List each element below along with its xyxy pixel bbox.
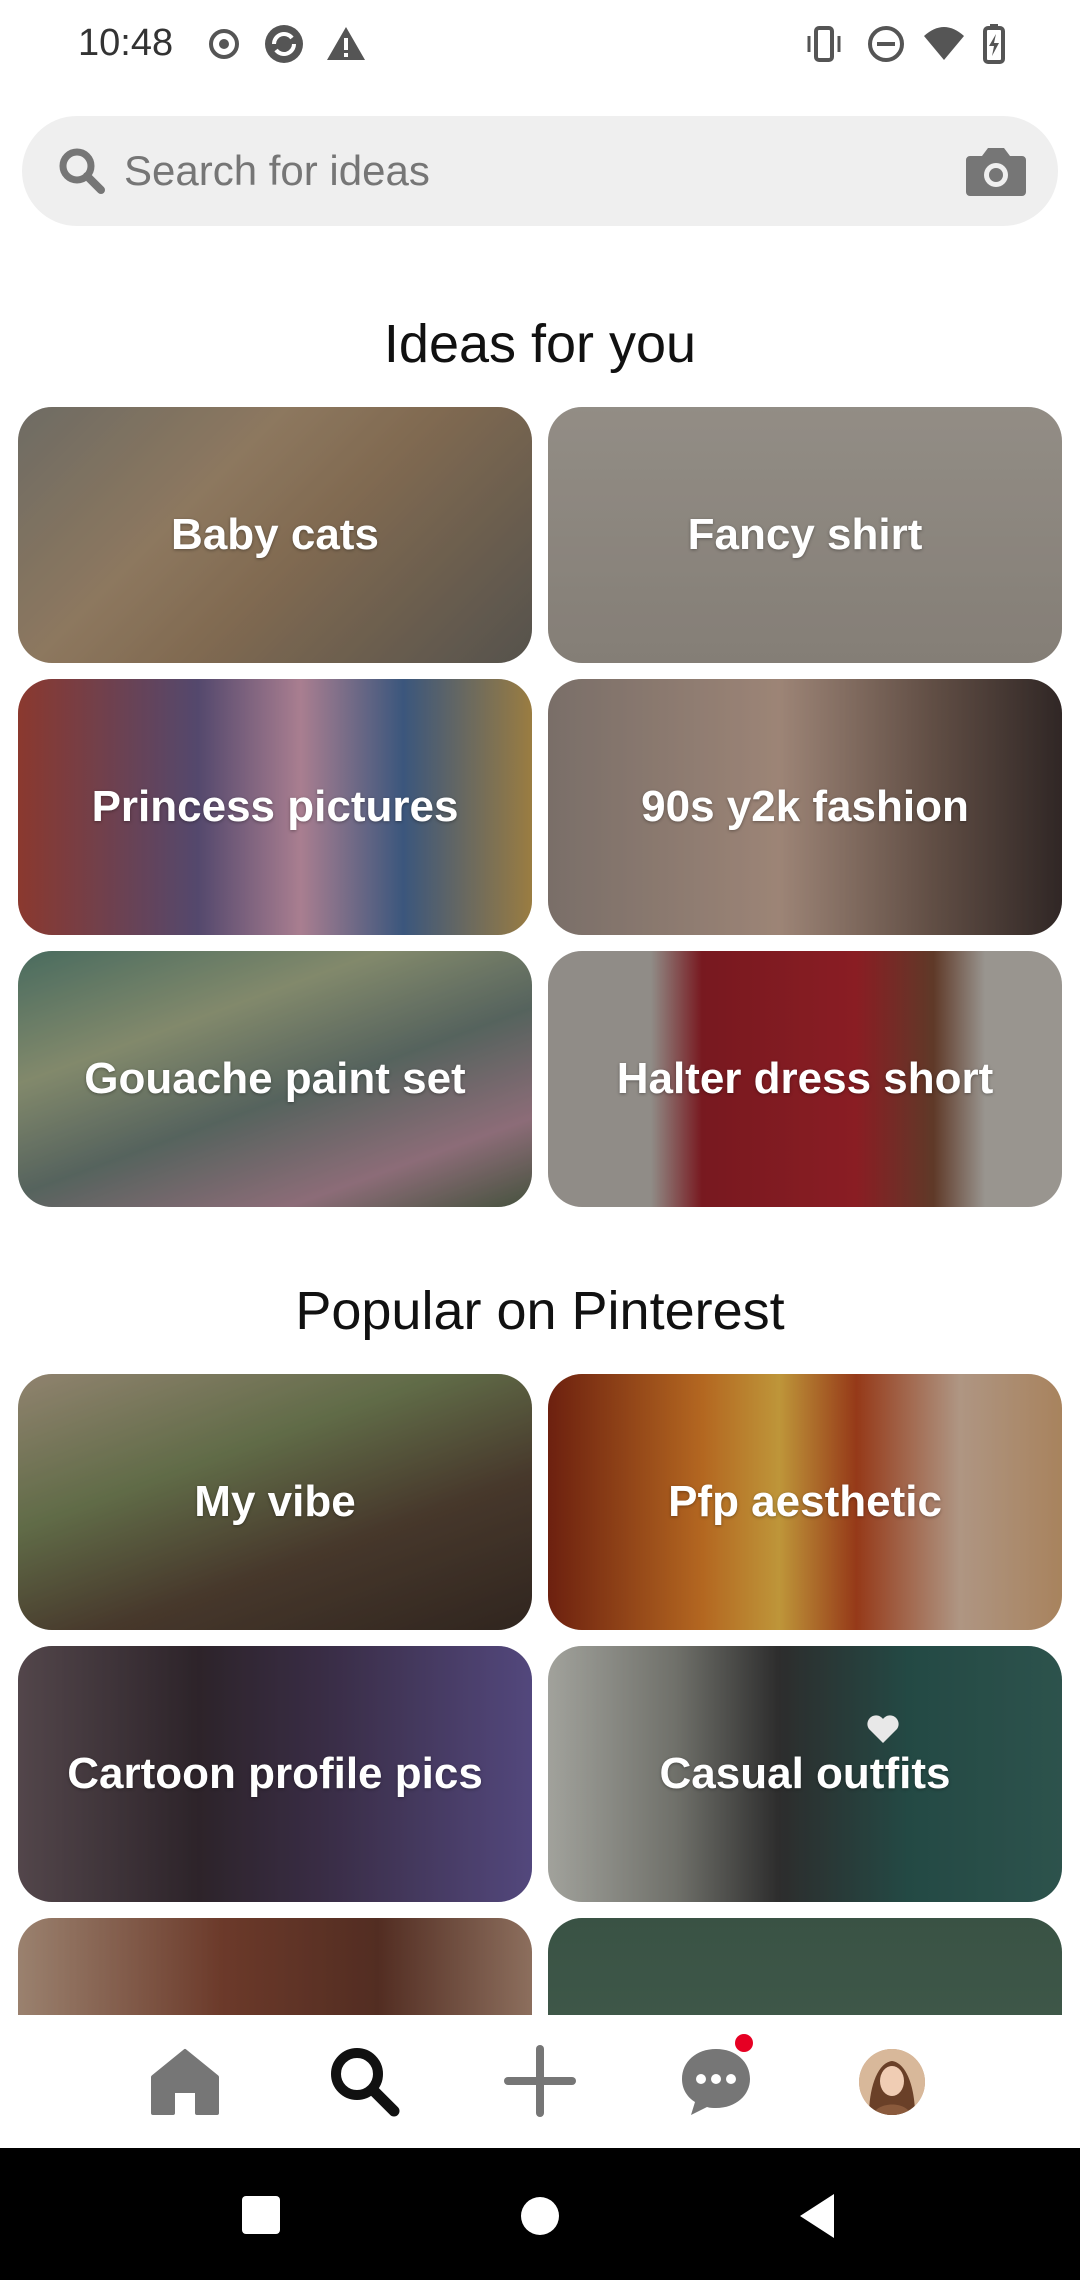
status-time: 10:48: [78, 22, 174, 64]
wifi-icon: [924, 27, 964, 60]
create-plus-icon[interactable]: [500, 2041, 580, 2121]
search-nav-icon[interactable]: [324, 2041, 404, 2121]
back-icon[interactable]: [796, 2192, 838, 2240]
search-bar[interactable]: [22, 116, 1058, 226]
search-input[interactable]: [124, 140, 944, 202]
tile-label: Gouache paint set: [84, 1054, 466, 1103]
idea-tile-fancy-shirt[interactable]: Fancy shirt: [548, 407, 1062, 663]
tile-label: Pfp aesthetic: [668, 1477, 942, 1526]
tile-label: Baby cats: [171, 510, 379, 559]
android-navigation-bar: [0, 2148, 1080, 2280]
idea-tile-halter-dress-short[interactable]: Halter dress short: [548, 951, 1062, 1207]
warning-icon: [327, 27, 365, 60]
popular-tile-my-vibe[interactable]: My vibe: [18, 1374, 532, 1630]
screen: 10:48 Search for ideas Ideas for you Bab…: [0, 0, 1080, 2280]
search-icon: [59, 148, 105, 194]
sync-app-icon: [265, 25, 303, 63]
popular-tile-cartoon-profile-pics[interactable]: Cartoon profile pics: [18, 1646, 532, 1902]
idea-tile-gouache-paint-set[interactable]: Gouache paint set: [18, 951, 532, 1207]
idea-tile-90s-y2k-fashion[interactable]: 90s y2k fashion: [548, 679, 1062, 935]
tile-label: Casual outfits: [659, 1749, 951, 1798]
tile-label: My vibe: [194, 1477, 356, 1526]
idea-tile-princess-pictures[interactable]: Princess pictures: [18, 679, 532, 935]
battery-icon: [983, 24, 1005, 64]
tile-label: Cartoon profile pics: [67, 1749, 483, 1798]
do-not-disturb-icon: [868, 26, 904, 62]
vibrate-icon: [807, 26, 841, 62]
idea-tile-baby-cats[interactable]: Baby cats: [18, 407, 532, 663]
popular-tile-casual-outfits[interactable]: Casual outfits: [548, 1646, 1062, 1902]
camera-icon[interactable]: [964, 140, 1028, 202]
home-button-icon[interactable]: [518, 2194, 562, 2238]
tile-label: Halter dress short: [616, 1054, 994, 1103]
profile-avatar[interactable]: [859, 2049, 925, 2115]
tile-label: 90s y2k fashion: [641, 782, 969, 831]
avatar-image: [859, 2049, 925, 2115]
tile-label: Fancy shirt: [687, 510, 923, 559]
record-icon: [209, 29, 239, 59]
notification-dot: [735, 2034, 753, 2052]
ideas-section-title: Ideas for you: [383, 314, 697, 374]
status-bar: 10:48: [0, 0, 1080, 88]
messages-icon[interactable]: [676, 2041, 756, 2121]
tile-label: Princess pictures: [91, 782, 459, 831]
recents-icon[interactable]: [240, 2194, 282, 2236]
home-icon[interactable]: [145, 2041, 225, 2121]
popular-tile-pfp-aesthetic[interactable]: Pfp aesthetic: [548, 1374, 1062, 1630]
popular-section-title: Popular on Pinterest: [295, 1281, 785, 1341]
